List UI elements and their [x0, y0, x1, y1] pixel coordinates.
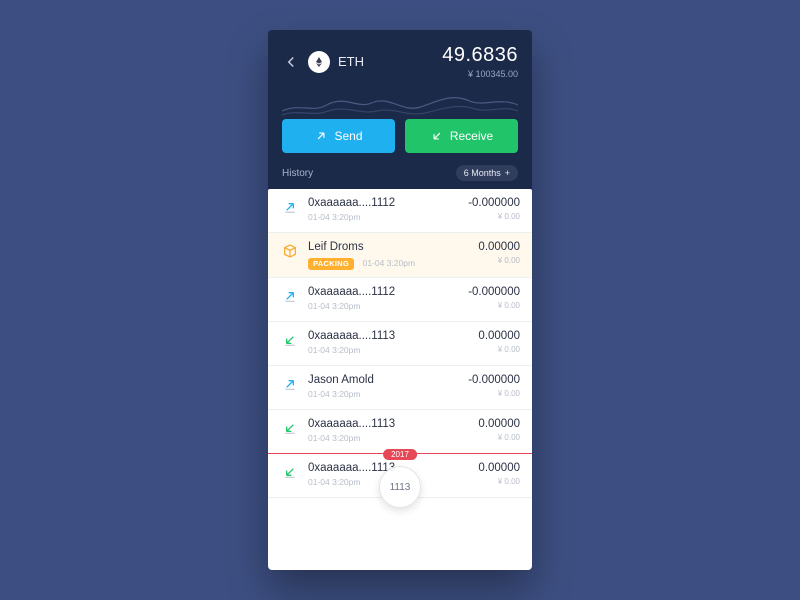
row-main: 0xaaaaaa....1112 01-04 3:20pm [308, 286, 468, 311]
send-button[interactable]: Send [282, 119, 395, 153]
send-icon [280, 199, 300, 215]
tx-amount: 0.00000 [478, 241, 520, 253]
tx-time: 01-04 3:20pm [308, 212, 468, 222]
header: ETH 49.6836 ¥ 100345.00 [268, 30, 532, 123]
receive-icon [430, 129, 444, 143]
row-amount: 0.00000 ¥ 0.00 [478, 462, 520, 486]
tx-amount: -0.000000 [468, 197, 520, 209]
tx-title: 0xaaaaaa....1113 [308, 418, 478, 430]
arrow-left-icon [282, 53, 300, 71]
transaction-row[interactable]: 0xaaaaaa....1113 01-04 3:20pm 0.00000 ¥ … [268, 410, 532, 454]
receive-icon [280, 420, 300, 436]
history-label: History [282, 168, 313, 179]
tx-amount: 0.00000 [478, 418, 520, 430]
history-bar: History 6 Months + [268, 153, 532, 189]
row-amount: -0.000000 ¥ 0.00 [468, 197, 520, 221]
eth-icon [313, 56, 325, 68]
bubble-text: 1113 [390, 482, 411, 493]
tx-amount: -0.000000 [468, 286, 520, 298]
row-amount: 0.00000 ¥ 0.00 [478, 330, 520, 354]
tx-fiat: ¥ 0.00 [468, 389, 520, 398]
row-main: 0xaaaaaa....1112 01-04 3:20pm [308, 197, 468, 222]
receive-button[interactable]: Receive [405, 119, 518, 153]
tx-time: 01-04 3:20pm [308, 389, 468, 399]
tx-title: 0xaaaaaa....1112 [308, 286, 468, 298]
transaction-list[interactable]: 0xaaaaaa....1112 01-04 3:20pm -0.000000 … [268, 189, 532, 570]
tx-title: Jason Amold [308, 374, 468, 386]
send-icon [280, 376, 300, 392]
row-main: 0xaaaaaa....1113 01-04 3:20pm [308, 330, 478, 355]
tx-time: 01-04 3:20pm [308, 433, 478, 443]
tx-amount: 0.00000 [478, 330, 520, 342]
receive-icon [280, 464, 300, 480]
receive-icon [280, 332, 300, 348]
period-label: 6 Months [464, 168, 501, 178]
tx-amount: 0.00000 [478, 462, 520, 474]
transaction-row[interactable]: Jason Amold 01-04 3:20pm -0.000000 ¥ 0.0… [268, 366, 532, 410]
tx-fiat: ¥ 0.00 [468, 301, 520, 310]
transaction-row[interactable]: 0xaaaaaa....1113 01-04 3:20pm 0.00000 ¥ … [268, 322, 532, 366]
balance-fiat: ¥ 100345.00 [442, 69, 518, 79]
tx-fiat: ¥ 0.00 [478, 256, 520, 265]
balance-chart [282, 83, 518, 123]
coin-badge [308, 51, 330, 73]
tx-amount: -0.000000 [468, 374, 520, 386]
row-amount: -0.000000 ¥ 0.00 [468, 286, 520, 310]
package-icon [280, 243, 300, 259]
year-marker: 2017 [383, 449, 417, 460]
wallet-screen: ETH 49.6836 ¥ 100345.00 Send Receive His… [268, 30, 532, 570]
send-icon [314, 129, 328, 143]
row-amount: 0.00000 ¥ 0.00 [478, 241, 520, 265]
tx-title: 0xaaaaaa....1113 [308, 330, 478, 342]
back-button[interactable] [282, 53, 300, 71]
transaction-row[interactable]: Leif Droms PACKING 01-04 3:20pm 0.00000 … [268, 233, 532, 278]
coin-label: ETH [338, 54, 364, 69]
transaction-row[interactable]: 0xaaaaaa....1112 01-04 3:20pm -0.000000 … [268, 189, 532, 233]
send-label: Send [334, 129, 362, 143]
tx-title: 0xaaaaaa....1112 [308, 197, 468, 209]
plus-icon: + [505, 168, 510, 178]
balance: 49.6836 ¥ 100345.00 [442, 44, 518, 79]
header-top: ETH 49.6836 ¥ 100345.00 [282, 44, 518, 79]
status-badge: PACKING [308, 258, 354, 270]
tx-time: 01-04 3:20pm [308, 345, 478, 355]
row-amount: -0.000000 ¥ 0.00 [468, 374, 520, 398]
tx-title: Leif Droms [308, 241, 478, 253]
balance-amount: 49.6836 [442, 44, 518, 67]
receive-label: Receive [450, 129, 493, 143]
tx-fiat: ¥ 0.00 [468, 212, 520, 221]
row-amount: 0.00000 ¥ 0.00 [478, 418, 520, 442]
send-icon [280, 288, 300, 304]
tx-time: 01-04 3:20pm [308, 301, 468, 311]
tx-fiat: ¥ 0.00 [478, 477, 520, 486]
period-selector[interactable]: 6 Months + [456, 165, 518, 181]
action-buttons: Send Receive [268, 119, 532, 153]
tx-time: 01-04 3:20pm [363, 258, 415, 268]
row-main: Leif Droms PACKING 01-04 3:20pm [308, 241, 478, 271]
row-main: 0xaaaaaa....1113 01-04 3:20pm [308, 418, 478, 443]
row-main: Jason Amold 01-04 3:20pm [308, 374, 468, 399]
header-left: ETH [282, 51, 364, 73]
tx-fiat: ¥ 0.00 [478, 345, 520, 354]
scroll-indicator-bubble[interactable]: 1113 [379, 466, 421, 508]
transaction-row[interactable]: 0xaaaaaa....1112 01-04 3:20pm -0.000000 … [268, 278, 532, 322]
tx-fiat: ¥ 0.00 [478, 433, 520, 442]
